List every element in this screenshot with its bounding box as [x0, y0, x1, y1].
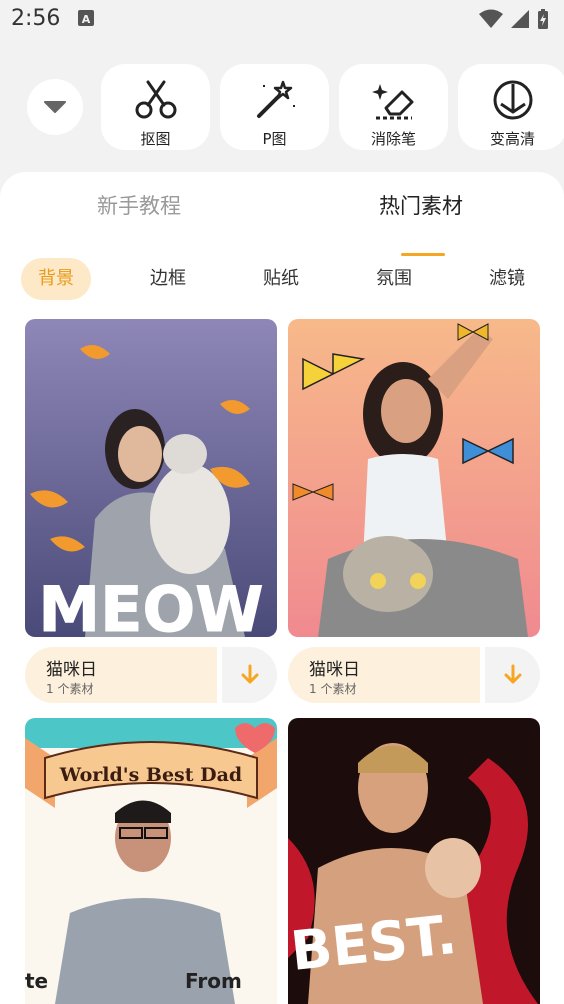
material-info-bar: 猫咪日 1 个素材 [25, 647, 277, 703]
content-sheet: 新手教程 热门素材 背景 边框 贴纸 氛围 滤镜 MEOW 猫咪日 1 个素材 … [0, 172, 564, 1004]
thumbnail-caption: MEOW [38, 573, 263, 637]
tab-active-indicator [401, 253, 445, 256]
material-thumbnail[interactable]: BEST. [288, 718, 540, 1004]
download-button[interactable] [222, 647, 277, 703]
caret-down-icon [44, 101, 66, 113]
tool-row: 抠图 P图 消除笔 变高清 [0, 62, 564, 152]
chip-sticker[interactable]: 贴纸 [263, 258, 299, 300]
wifi-icon [479, 9, 503, 28]
category-chips: 背景 边框 贴纸 氛围 滤镜 [0, 258, 564, 302]
magic-wand-icon [256, 80, 295, 118]
tool-label: 变高清 [489, 130, 535, 148]
hd-enhance-icon [493, 80, 532, 120]
tool-hd-button[interactable]: 变高清 [458, 64, 564, 150]
thumbnail-caption: World's Best Dad [59, 764, 242, 786]
tool-label: P图 [262, 130, 287, 148]
download-arrow-icon [504, 664, 521, 684]
collapse-button[interactable] [27, 79, 83, 135]
thumbnail-caption-right: From [185, 969, 242, 993]
eraser-icon [371, 84, 413, 120]
material-thumbnail[interactable] [288, 319, 540, 637]
scissors-icon [135, 80, 176, 119]
tab-beginner-tutorial[interactable]: 新手教程 [97, 190, 181, 220]
status-time: 2:56 [11, 6, 61, 31]
download-arrow-icon [241, 664, 258, 684]
tool-label: 抠图 [140, 130, 171, 148]
signal-icon [511, 10, 529, 28]
material-info-bar: 猫咪日 1 个素材 [288, 647, 540, 703]
status-bar: 2:56 A [0, 0, 564, 40]
tool-label: 消除笔 [370, 130, 416, 148]
tool-cutout-button[interactable]: 抠图 [101, 64, 210, 150]
material-thumbnail[interactable]: MEOW [25, 319, 277, 637]
material-title: 猫咪日 [46, 660, 97, 680]
tool-edit-button[interactable]: P图 [220, 64, 329, 150]
chip-atmosphere[interactable]: 氛围 [376, 258, 412, 300]
material-count: 1 个素材 [309, 682, 357, 696]
chip-frame[interactable]: 边框 [150, 258, 186, 300]
download-button[interactable] [485, 647, 540, 703]
tab-hot-materials[interactable]: 热门素材 [379, 190, 463, 220]
chip-filter[interactable]: 滤镜 [489, 258, 525, 300]
material-count: 1 个素材 [46, 682, 94, 696]
tab-bar: 新手教程 热门素材 [0, 190, 564, 256]
material-thumbnail[interactable]: World's Best Dad te From [25, 718, 277, 1004]
tool-eraser-button[interactable]: 消除笔 [339, 64, 448, 150]
battery-charging-icon [538, 9, 548, 29]
notification-icon: A [78, 10, 94, 26]
thumbnail-caption-left: te [25, 969, 48, 993]
material-title: 猫咪日 [309, 660, 360, 680]
chip-background[interactable]: 背景 [21, 258, 91, 300]
